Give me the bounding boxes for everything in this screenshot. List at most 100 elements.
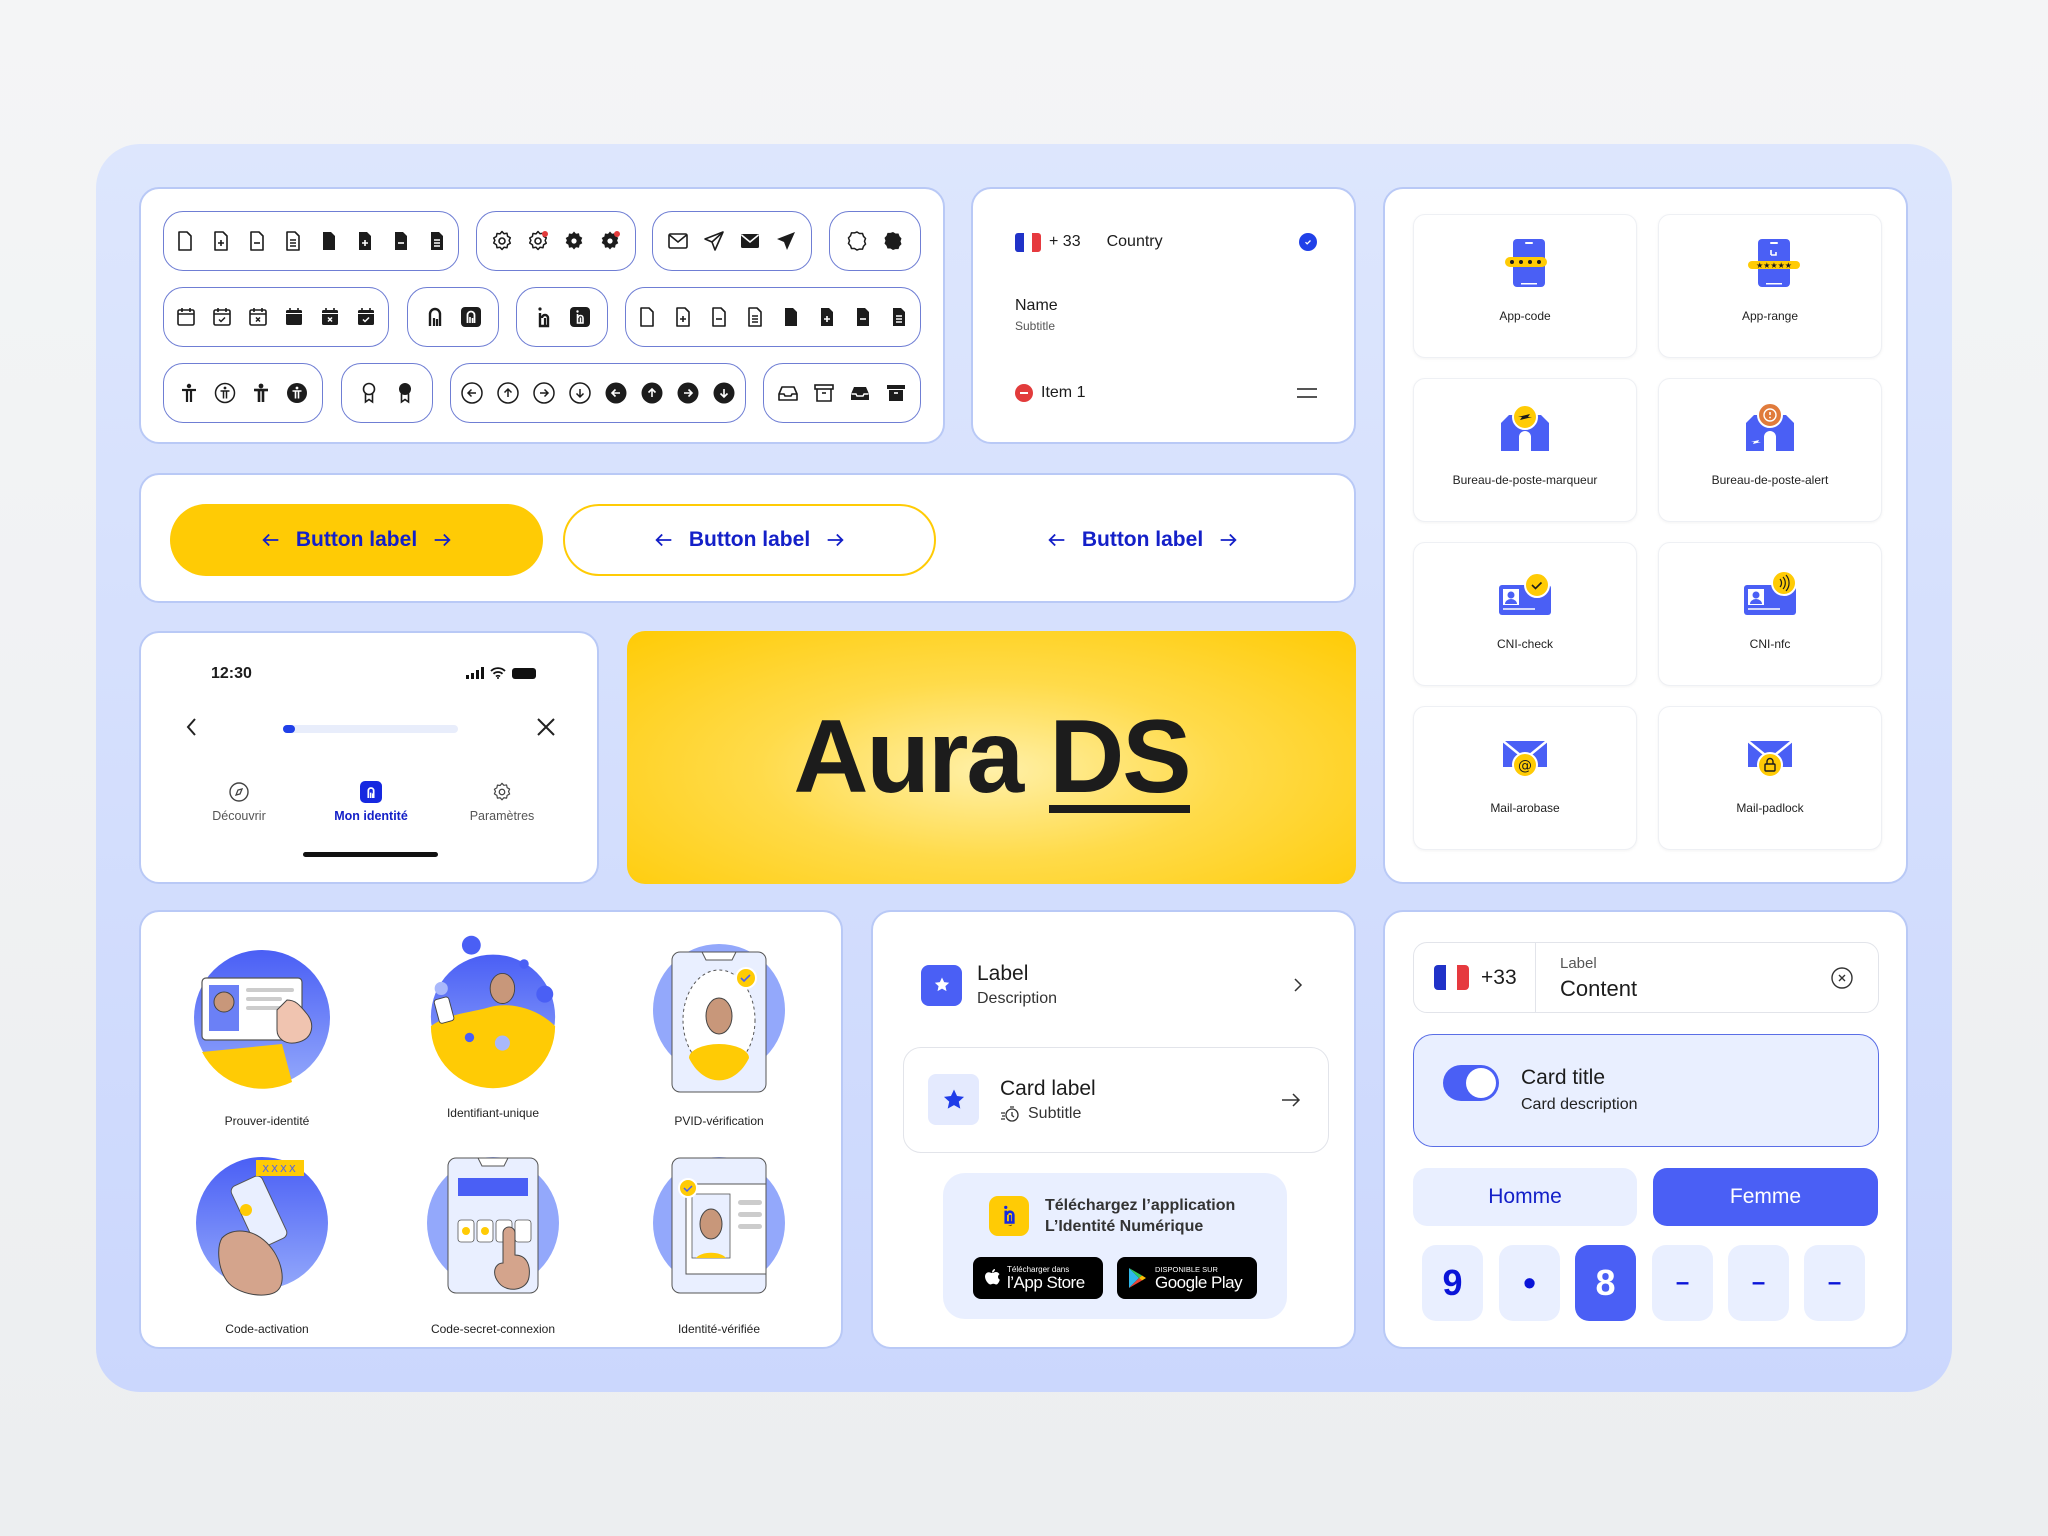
- tile-bureau-alert[interactable]: Bureau-de-poste-alert: [1658, 378, 1882, 522]
- otp-digit-6[interactable]: –: [1804, 1245, 1865, 1321]
- tile-app-code[interactable]: App-code: [1413, 214, 1637, 358]
- arrow-up-circle-filled-icon: [641, 382, 663, 404]
- tile-label: Mail-arobase: [1490, 801, 1560, 815]
- document-add-filled-icon: [821, 308, 833, 326]
- signal-icon: [466, 667, 484, 679]
- gear-filled-icon: [565, 231, 583, 250]
- card-label-subtitle: Subtitle: [1028, 1104, 1082, 1122]
- list-card: Label Description Card label Subtitle Té…: [871, 910, 1356, 1349]
- drag-handle-icon[interactable]: [1297, 388, 1317, 398]
- app-range-icon: ★★★★★: [1748, 239, 1800, 287]
- gear-notification-icon: [528, 230, 548, 251]
- secondary-button[interactable]: Button label: [563, 504, 936, 576]
- app-icons-card: App-code ★★★★★ App-range Bureau-de-poste…: [1383, 187, 1908, 884]
- icon-group-badge: [829, 211, 921, 271]
- tile-bureau-marqueur[interactable]: Bureau-de-poste-marqueur: [1413, 378, 1637, 522]
- app-code-icon: [1505, 239, 1547, 287]
- nav-label: Mon identité: [334, 809, 408, 823]
- otp-digit-1[interactable]: 9: [1422, 1245, 1483, 1321]
- phone-input-field[interactable]: +33 Label Content: [1413, 942, 1879, 1013]
- nav-item-mon-identite[interactable]: Mon identité: [316, 781, 426, 823]
- app-store-button[interactable]: Télécharger dans l’App Store: [973, 1257, 1103, 1299]
- post-office-alert-icon: [1746, 402, 1794, 451]
- tile-label: App-range: [1741, 309, 1799, 323]
- icon-group-archive: [763, 363, 921, 423]
- download-line-1: Téléchargez l’application: [1045, 1197, 1236, 1214]
- document-filled-icon: [323, 232, 335, 250]
- gender-option-femme[interactable]: Femme: [1653, 1168, 1878, 1226]
- otp-digit-5[interactable]: –: [1728, 1245, 1789, 1321]
- mail-at-icon: @: [1502, 740, 1548, 778]
- card-label-card[interactable]: Card label Subtitle: [903, 1047, 1329, 1153]
- tile-mail-padlock[interactable]: Mail-padlock: [1658, 706, 1882, 850]
- calendar-check-filled-icon: [358, 308, 374, 325]
- toggle-switch[interactable]: [1443, 1065, 1499, 1101]
- google-play-button[interactable]: DISPONIBLE SUR Google Play: [1117, 1257, 1257, 1299]
- otp-digit-3[interactable]: 8: [1575, 1245, 1636, 1321]
- inbox-icon: [778, 386, 798, 401]
- nav-item-parametres[interactable]: Paramètres: [447, 781, 557, 823]
- close-icon[interactable]: [535, 716, 557, 738]
- phone-header-card: 12:30 Découvrir Mon identité Paramètres: [139, 631, 599, 884]
- tertiary-button-label: Button label: [1081, 528, 1204, 551]
- progress-fill: [283, 725, 295, 733]
- card-description: Card description: [1521, 1096, 1638, 1113]
- arrow-left-icon: [1048, 533, 1065, 547]
- otp-digit-2[interactable]: •: [1499, 1245, 1560, 1321]
- nav-label: Paramètres: [469, 809, 535, 823]
- tile-cni-nfc[interactable]: CNI-nfc: [1658, 542, 1882, 686]
- arrow-right-icon: [1282, 1092, 1301, 1107]
- icon-group-settings: [476, 211, 636, 271]
- icon-group-accessibility: [163, 363, 323, 423]
- arrow-right-icon: [434, 533, 451, 547]
- document-text-icon: [286, 231, 300, 251]
- item-row[interactable]: Item 1: [1015, 381, 1317, 405]
- progress-bar: [283, 725, 458, 733]
- illustration-label: PVID-vérification: [674, 1114, 764, 1128]
- accessibility-bold-icon: [254, 383, 268, 402]
- gender-option-homme[interactable]: Homme: [1413, 1168, 1637, 1226]
- calendar-filled-icon: [286, 308, 302, 325]
- badge-filled-icon: [884, 232, 902, 250]
- primary-button[interactable]: Button label: [170, 504, 543, 576]
- identity-logo-filled-icon: [570, 307, 590, 327]
- nav-item-decouvrir[interactable]: Découvrir: [184, 781, 294, 823]
- otp-digit-4[interactable]: –: [1652, 1245, 1713, 1321]
- google-play-big: Google Play: [1155, 1273, 1243, 1292]
- identity-lock-icon: [428, 307, 442, 326]
- illustration-identifiant-unique: Identifiant-unique: [393, 932, 593, 1120]
- download-app-banner: Téléchargez l’application L’Identité Num…: [943, 1173, 1287, 1319]
- remove-circle-icon[interactable]: [1015, 384, 1033, 402]
- download-line-2: L’Identité Numérique: [1045, 1218, 1204, 1235]
- tile-cni-check[interactable]: CNI-check: [1413, 542, 1637, 686]
- icon-group-identity-logo: [516, 287, 608, 347]
- calendar-icon: [177, 308, 195, 326]
- hero-title: Aura DS: [793, 698, 1191, 817]
- item-label: Item 1: [1041, 384, 1086, 401]
- icon-group-award: [341, 363, 433, 423]
- tile-label: CNI-nfc: [1749, 637, 1791, 651]
- tile-label: Bureau-de-poste-alert: [1711, 473, 1829, 487]
- back-chevron-icon[interactable]: [183, 716, 201, 738]
- arrow-down-circle-icon: [569, 382, 591, 404]
- icon-group-identity-lock: [407, 287, 499, 347]
- dial-code: + 33: [1049, 233, 1081, 250]
- identity-logo-icon: [367, 787, 375, 798]
- illustration-prouver-identite: Prouver-identité: [167, 940, 367, 1128]
- tile-mail-arobase[interactable]: @ Mail-arobase: [1413, 706, 1637, 850]
- battery-icon: [512, 667, 536, 679]
- document-text-filled-icon: [893, 308, 905, 326]
- icon-group-document: [163, 211, 459, 271]
- gear-icon: [492, 230, 512, 251]
- list-item-label[interactable]: Label Description: [921, 962, 1305, 1008]
- accessibility-circle-icon: [214, 382, 236, 404]
- toggle-card[interactable]: Card title Card description: [1413, 1034, 1879, 1147]
- toggle-knob: [1466, 1068, 1496, 1098]
- id-card-hand-illustration: [194, 950, 330, 1089]
- tile-app-range[interactable]: ★★★★★ App-range: [1658, 214, 1882, 358]
- country-row[interactable]: + 33 Country: [1015, 229, 1317, 255]
- name-row[interactable]: Name Subtitle: [1015, 297, 1058, 333]
- clear-circle-icon[interactable]: [1830, 966, 1854, 990]
- illustration-label: Code-secret-connexion: [430, 1322, 556, 1336]
- tertiary-button[interactable]: Button label: [956, 504, 1329, 576]
